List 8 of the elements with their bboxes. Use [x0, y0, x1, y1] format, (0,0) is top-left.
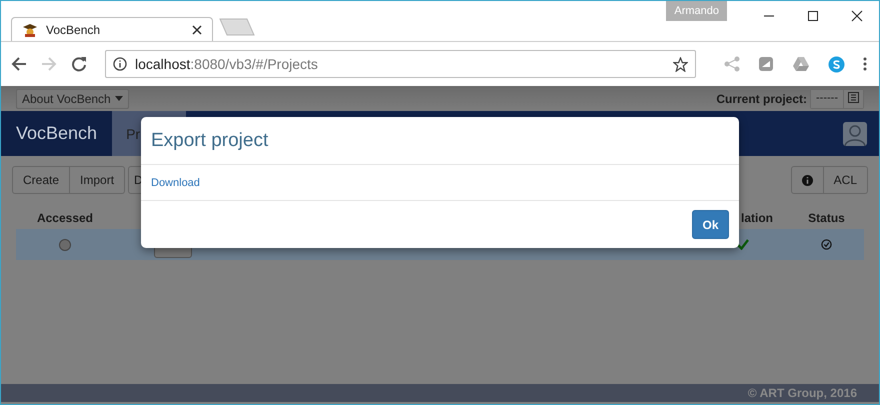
footer-text: © ART Group, 2016 [748, 386, 857, 400]
column-header: Accessed [36, 210, 94, 224]
dialog-title: Export project [151, 130, 268, 152]
url-text: localhost:8080/vb3/#/Projects [135, 56, 319, 72]
column-header: lation [740, 210, 774, 224]
current-project-label: Current project: [716, 92, 808, 106]
tab-title: VocBench [46, 22, 102, 36]
column-header: Status [807, 210, 846, 224]
